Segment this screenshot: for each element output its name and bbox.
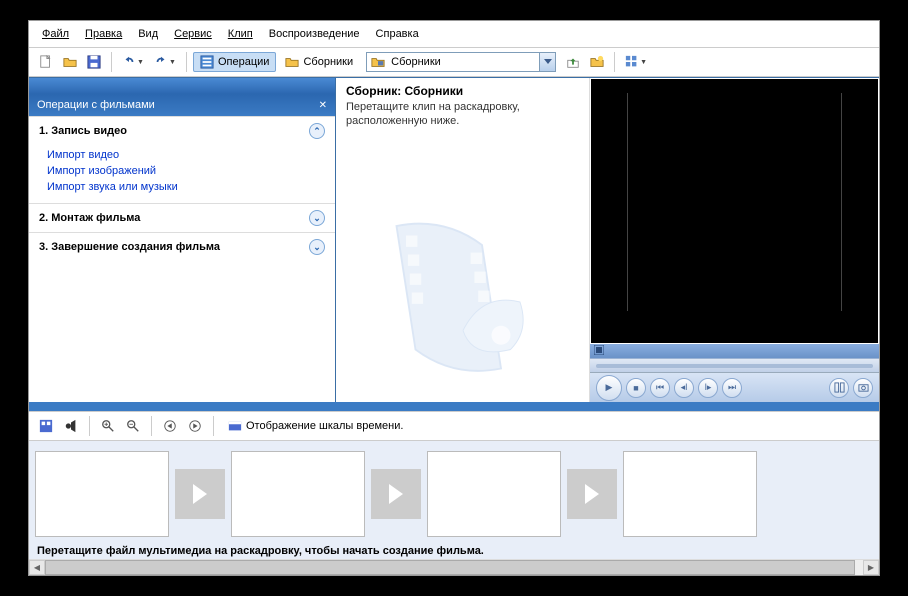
- tasks-panel: Операции с фильмами ✕ 1. Запись видео ⌃ …: [29, 78, 335, 402]
- menu-file[interactable]: Файл: [35, 25, 76, 43]
- preview-panel: ▶ ■ ⏮ ◂ǀ ǀ▸ ⏭: [589, 78, 879, 402]
- menu-edit[interactable]: Правка: [78, 25, 129, 43]
- preview-controls: ▶ ■ ⏮ ◂ǀ ǀ▸ ⏭: [590, 372, 879, 402]
- zoom-in-button[interactable]: [97, 415, 119, 437]
- zoom-out-button[interactable]: [122, 415, 144, 437]
- collections-toggle-button[interactable]: Сборники: [278, 52, 360, 72]
- open-button[interactable]: [59, 51, 81, 73]
- panel-divider[interactable]: [29, 402, 879, 411]
- task-group-finish[interactable]: 3. Завершение создания фильма ⌄: [29, 233, 335, 261]
- app-window: Файл Правка Вид Сервис Клип Воспроизведе…: [28, 20, 880, 576]
- preview-screen: [591, 79, 878, 343]
- collections-panel: Сборник: Сборники Перетащите клип на рас…: [335, 78, 589, 402]
- collection-title: Сборник: Сборники: [346, 84, 579, 98]
- content-area: Операции с фильмами ✕ 1. Запись видео ⌃ …: [29, 77, 879, 402]
- preview-info-bar: [590, 344, 879, 358]
- menu-view[interactable]: Вид: [131, 25, 165, 43]
- step-fwd-button[interactable]: ǀ▸: [698, 378, 718, 398]
- storyboard[interactable]: [29, 441, 879, 541]
- audio-levels-button[interactable]: [60, 415, 82, 437]
- snapshot-button[interactable]: [853, 378, 873, 398]
- transition-slot[interactable]: [175, 469, 225, 519]
- folder-film-icon: [369, 54, 387, 70]
- collection-subtitle: Перетащите клип на раскадровку, располож…: [346, 100, 579, 129]
- redo-button[interactable]: ▼: [150, 51, 180, 73]
- scroll-right-button[interactable]: ▶: [863, 560, 879, 575]
- task-import-audio[interactable]: Импорт звука или музыки: [47, 179, 325, 195]
- play-timeline-button[interactable]: [184, 415, 206, 437]
- save-button[interactable]: [83, 51, 105, 73]
- scroll-thumb[interactable]: [45, 560, 855, 575]
- menubar: Файл Правка Вид Сервис Клип Воспроизведе…: [29, 21, 879, 48]
- storyboard-slot[interactable]: [623, 451, 757, 537]
- rewind-timeline-button[interactable]: [159, 415, 181, 437]
- views-button[interactable]: ▼: [621, 51, 651, 73]
- transition-slot[interactable]: [371, 469, 421, 519]
- task-import-video[interactable]: Импорт видео: [47, 147, 325, 163]
- timeline-toolbar: Отображение шкалы времени.: [29, 411, 879, 441]
- storyboard-slot[interactable]: [427, 451, 561, 537]
- storyboard-slot[interactable]: [231, 451, 365, 537]
- menu-play[interactable]: Воспроизведение: [262, 25, 367, 43]
- split-button[interactable]: [829, 378, 849, 398]
- chevron-down-icon[interactable]: [539, 53, 555, 71]
- location-text: Сборники: [387, 56, 539, 68]
- horizontal-scrollbar[interactable]: ◀ ▶: [29, 559, 879, 575]
- toggle-timeline-button[interactable]: Отображение шкалы времени.: [221, 416, 410, 436]
- menu-clip[interactable]: Клип: [221, 25, 260, 43]
- chevron-up-icon[interactable]: ⌃: [309, 123, 325, 139]
- toggle-timeline-label: Отображение шкалы времени.: [246, 420, 403, 432]
- play-button[interactable]: ▶: [596, 375, 622, 401]
- menu-tools[interactable]: Сервис: [167, 25, 219, 43]
- preview-seek-bar[interactable]: [590, 358, 879, 372]
- toolbar: ▼ ▼ Операции Сборники Сборники ▼: [29, 48, 879, 77]
- new-folder-button[interactable]: [586, 51, 608, 73]
- next-button[interactable]: ⏭: [722, 378, 742, 398]
- transition-slot[interactable]: [567, 469, 617, 519]
- tasks-title: Операции с фильмами: [37, 99, 155, 111]
- fullscreen-icon[interactable]: [594, 345, 604, 358]
- storyboard-hint: Перетащите файл мультимедиа на раскадров…: [29, 541, 879, 559]
- new-project-button[interactable]: [35, 51, 57, 73]
- step-back-button[interactable]: ◂ǀ: [674, 378, 694, 398]
- timeline-view-button[interactable]: [35, 415, 57, 437]
- task-group-capture[interactable]: 1. Запись видео ⌃: [29, 117, 335, 145]
- tasks-toggle-button[interactable]: Операции: [193, 52, 276, 72]
- task-group-edit[interactable]: 2. Монтаж фильма ⌄: [29, 204, 335, 232]
- tasks-toggle-label: Операции: [218, 56, 269, 68]
- prev-button[interactable]: ⏮: [650, 378, 670, 398]
- scroll-left-button[interactable]: ◀: [29, 560, 45, 575]
- location-dropdown[interactable]: Сборники: [366, 52, 556, 72]
- film-reel-art: [336, 202, 589, 402]
- task-import-pictures[interactable]: Импорт изображений: [47, 163, 325, 179]
- stop-button[interactable]: ■: [626, 378, 646, 398]
- menu-help[interactable]: Справка: [369, 25, 426, 43]
- up-level-button[interactable]: [562, 51, 584, 73]
- close-icon[interactable]: ✕: [319, 100, 327, 111]
- chevron-down-icon[interactable]: ⌄: [309, 239, 325, 255]
- undo-button[interactable]: ▼: [118, 51, 148, 73]
- storyboard-slot[interactable]: [35, 451, 169, 537]
- collections-toggle-label: Сборники: [303, 56, 353, 68]
- chevron-down-icon[interactable]: ⌄: [309, 210, 325, 226]
- tasks-header: Операции с фильмами ✕: [29, 94, 335, 116]
